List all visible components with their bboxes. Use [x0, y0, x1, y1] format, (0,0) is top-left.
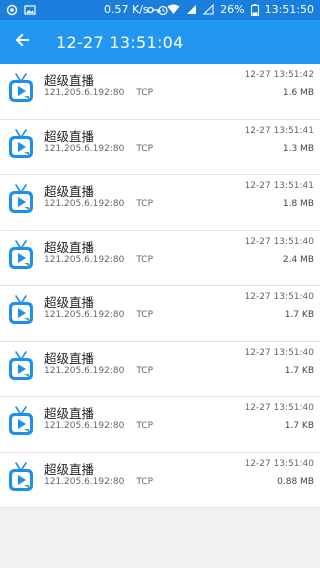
connection-info: 121.205.6.192:80 TCP [44, 88, 153, 98]
tv-app-icon [8, 72, 34, 106]
connection-info: 121.205.6.192:80 TCP [44, 421, 153, 431]
tv-app-icon [8, 239, 34, 273]
protocol: TCP [136, 88, 154, 98]
tv-app-icon [8, 128, 34, 162]
signal-icon [186, 4, 197, 15]
data-size: 1.8 MB [282, 199, 314, 209]
connection-info: 121.205.6.192:80 TCP [44, 310, 153, 320]
network-speed: 0.57 K/s [104, 3, 149, 16]
timestamp: 12-27 13:51:42 [244, 70, 314, 80]
protocol: TCP [136, 421, 154, 431]
timestamp: 12-27 13:51:40 [244, 458, 314, 469]
list-item[interactable]: 超级直播 121.205.6.192:80 TCP 12-27 13:51:41… [0, 119, 320, 175]
back-button[interactable] [0, 20, 44, 64]
swirl-icon [6, 4, 18, 16]
timestamp: 12-27 13:51:40 [244, 347, 314, 358]
app-name: 超级直播 [44, 128, 95, 144]
data-size: 1.7 KB [284, 421, 314, 431]
image-icon [24, 4, 36, 16]
list-item[interactable]: 超级直播 121.205.6.192:80 TCP 12-27 13:51:40… [0, 341, 320, 397]
app-name: 超级直播 [44, 406, 95, 421]
data-size: 1.3 MB [282, 143, 314, 154]
app-name: 超级直播 [44, 461, 95, 477]
page-title: 12-27 13:51:04 [56, 32, 184, 52]
tv-app-icon [8, 183, 34, 217]
list-item[interactable]: 超级直播 121.205.6.192:80 TCP 12-27 13:51:40… [0, 397, 320, 453]
connection-info: 121.205.6.192:80 TCP [44, 144, 153, 154]
tv-app-icon [8, 294, 34, 328]
app-name: 超级直播 [44, 239, 95, 255]
tv-app-icon [8, 350, 34, 384]
app-name: 超级直播 [44, 350, 95, 366]
connection-info: 121.205.6.192:80 TCP [44, 255, 153, 265]
remote-address: 121.205.6.192:80 [44, 421, 125, 431]
protocol: TCP [136, 476, 154, 487]
remote-address: 121.205.6.192:80 [44, 88, 125, 98]
protocol: TCP [136, 310, 154, 320]
remote-address: 121.205.6.192:80 [44, 310, 125, 320]
connection-list: 超级直播 121.205.6.192:80 TCP 12-27 13:51:42… [0, 64, 320, 508]
battery-percent: 26% [220, 3, 245, 16]
data-size: 1.6 MB [282, 88, 314, 98]
list-item[interactable]: 超级直播 121.205.6.192:80 TCP 12-27 13:51:40… [0, 286, 320, 342]
app-name: 超级直播 [44, 295, 95, 310]
battery-icon [250, 3, 259, 16]
protocol: TCP [136, 199, 154, 209]
connection-info: 121.205.6.192:80 TCP [44, 199, 153, 209]
data-size: 2.4 MB [282, 254, 314, 265]
data-size: 1.7 KB [284, 365, 314, 376]
remote-address: 121.205.6.192:80 [44, 365, 125, 376]
timestamp: 12-27 13:51:41 [244, 125, 314, 136]
arrow-left-icon [14, 32, 30, 52]
timestamp: 12-27 13:51:40 [244, 292, 314, 302]
list-item[interactable]: 超级直播 121.205.6.192:80 TCP 12-27 13:51:40… [0, 452, 320, 508]
remote-address: 121.205.6.192:80 [44, 199, 125, 209]
wifi-icon [167, 4, 180, 15]
status-bar: 0.57 K/s 26% 13:51:50 [0, 0, 320, 20]
list-item[interactable]: 超级直播 121.205.6.192:80 TCP 12-27 13:51:42… [0, 64, 320, 120]
app-bar: 12-27 13:51:04 [0, 20, 320, 64]
tv-app-icon [8, 405, 34, 439]
protocol: TCP [136, 254, 154, 265]
timestamp: 12-27 13:51:40 [244, 403, 314, 413]
remote-address: 121.205.6.192:80 [44, 476, 125, 487]
status-right: 26% 13:51:50 [147, 3, 314, 16]
tv-app-icon [8, 461, 34, 495]
data-size: 0.88 MB [277, 476, 314, 487]
connection-info: 121.205.6.192:80 TCP [44, 477, 153, 487]
remote-address: 121.205.6.192:80 [44, 143, 125, 154]
status-left [6, 4, 36, 16]
protocol: TCP [136, 365, 154, 376]
list-item[interactable]: 超级直播 121.205.6.192:80 TCP 12-27 13:51:41… [0, 175, 320, 231]
timestamp: 12-27 13:51:40 [244, 236, 314, 247]
no-sim-icon [203, 4, 214, 15]
connection-info: 121.205.6.192:80 TCP [44, 366, 153, 376]
data-size: 1.7 KB [284, 310, 314, 320]
timestamp: 12-27 13:51:41 [244, 181, 314, 191]
app-name: 超级直播 [44, 184, 95, 199]
list-item[interactable]: 超级直播 121.205.6.192:80 TCP 12-27 13:51:40… [0, 230, 320, 286]
remote-address: 121.205.6.192:80 [44, 254, 125, 265]
protocol: TCP [136, 143, 154, 154]
clock: 13:51:50 [264, 3, 314, 16]
key-icon [147, 5, 161, 15]
app-name: 超级直播 [44, 73, 95, 88]
